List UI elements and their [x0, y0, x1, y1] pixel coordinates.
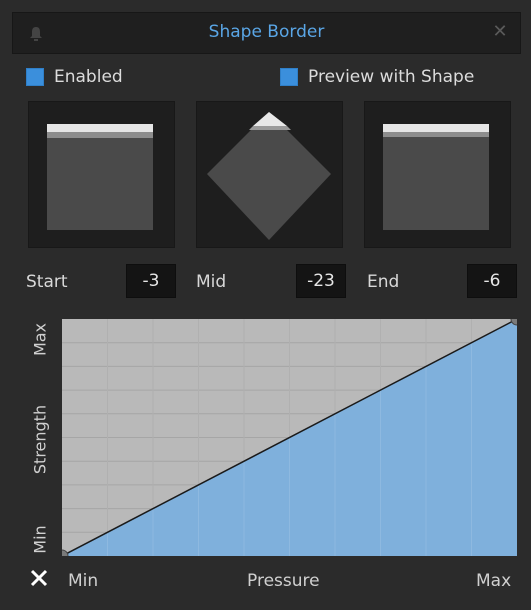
- preview-option[interactable]: Preview with Shape: [280, 66, 474, 88]
- end-label: End: [367, 272, 400, 292]
- end-value-input[interactable]: -6: [467, 264, 517, 298]
- curve-svg[interactable]: [55, 312, 524, 563]
- start-preview: [28, 101, 175, 248]
- enabled-option[interactable]: Enabled: [26, 66, 123, 88]
- x-icon[interactable]: [29, 568, 49, 588]
- panel-title: Shape Border: [208, 22, 325, 42]
- preview-checkbox[interactable]: [280, 68, 298, 86]
- enabled-checkbox[interactable]: [26, 68, 44, 86]
- mid-label: Mid: [196, 272, 227, 292]
- x-min-label: Min: [68, 571, 99, 591]
- y-min-label: Min: [30, 525, 50, 554]
- x-max-label: Max: [476, 571, 512, 591]
- pressure-curve-graph[interactable]: [55, 312, 524, 563]
- close-icon[interactable]: ✕: [490, 22, 510, 42]
- y-axis-label: Strength: [30, 404, 50, 475]
- end-preview: [364, 101, 511, 248]
- start-label: Start: [26, 272, 68, 292]
- x-axis-label: Pressure: [247, 571, 320, 591]
- shape-border-panel: Shape Border ✕ Enabled Preview with Shap…: [0, 0, 531, 610]
- enabled-label: Enabled: [54, 67, 123, 87]
- mid-preview: [196, 101, 343, 248]
- start-value-input[interactable]: -3: [126, 264, 176, 298]
- preview-label: Preview with Shape: [308, 67, 475, 87]
- title-bar: Shape Border ✕: [12, 12, 521, 54]
- mid-value-input[interactable]: -23: [296, 264, 346, 298]
- y-max-label: Max: [30, 322, 50, 357]
